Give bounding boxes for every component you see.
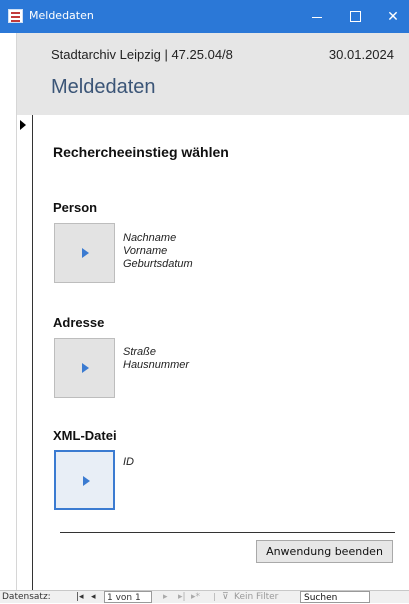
last-record-icon[interactable]: ▸| xyxy=(178,591,186,603)
play-icon xyxy=(82,248,89,258)
previous-record-icon[interactable]: ◂ xyxy=(91,591,96,603)
title-bar[interactable]: Meldedaten ✕ xyxy=(0,0,409,33)
window-title: Meldedaten xyxy=(29,9,94,22)
new-record-icon[interactable]: ▸* xyxy=(191,591,200,603)
form-detail: Rechercheeinstieg wählen Person Nachname… xyxy=(34,115,409,590)
no-filter-icon[interactable]: ⊽ xyxy=(222,591,229,603)
maximize-icon xyxy=(349,11,361,22)
section-person-label: Person xyxy=(53,200,98,215)
exit-application-button[interactable]: Anwendung beenden xyxy=(256,540,393,563)
field-label: ID xyxy=(123,456,134,468)
person-fields: Nachname Vorname Geburtsdatum xyxy=(123,232,193,271)
address-search-button[interactable] xyxy=(54,338,115,398)
minimize-button[interactable] xyxy=(299,0,335,33)
form-header: Stadtarchiv Leipzig | 47.25.04/8 30.01.2… xyxy=(17,33,409,115)
play-icon xyxy=(83,476,90,486)
filter-toggle[interactable]: Kein Filter xyxy=(234,591,278,603)
section-address-label: Adresse xyxy=(53,315,105,330)
form-title: Meldedaten xyxy=(51,76,156,98)
close-icon: ✕ xyxy=(387,8,399,25)
field-label: Nachname xyxy=(123,232,177,244)
record-label: Datensatz: xyxy=(2,592,51,602)
header-date: 30.01.2024 xyxy=(328,47,394,62)
search-input[interactable]: Suchen xyxy=(300,591,370,603)
page-title: Rechercheeinstieg wählen xyxy=(53,144,229,160)
record-number-input[interactable]: 1 von 1 xyxy=(104,591,152,603)
record-selector[interactable] xyxy=(17,115,33,590)
field-label: Straße xyxy=(123,346,157,358)
field-label: Vorname xyxy=(123,245,168,257)
first-record-icon[interactable]: |◂ xyxy=(76,591,84,603)
address-fields: Straße Hausnummer xyxy=(123,346,189,372)
xml-fields: ID xyxy=(123,456,134,469)
current-record-icon xyxy=(20,120,26,130)
field-label: Geburtsdatum xyxy=(123,258,193,270)
form-icon xyxy=(8,9,23,23)
record-navigation-bar: Datensatz: |◂ ◂ 1 von 1 ▸ ▸| ▸* ⊽ Kein F… xyxy=(0,590,409,603)
divider xyxy=(60,532,395,533)
person-search-button[interactable] xyxy=(54,223,115,283)
xml-search-button[interactable] xyxy=(54,450,115,510)
next-record-icon[interactable]: ▸ xyxy=(163,591,168,603)
maximize-button[interactable] xyxy=(337,0,373,33)
application-window: Meldedaten ✕ Stadtarchiv Leipzig | 47.25… xyxy=(0,0,409,603)
section-xml-label: XML-Datei xyxy=(53,428,117,443)
play-icon xyxy=(82,363,89,373)
minimize-icon xyxy=(312,17,322,18)
form-left-border xyxy=(0,33,17,590)
field-label: Hausnummer xyxy=(123,359,190,371)
toolbar-separator xyxy=(214,593,215,601)
archive-reference: Stadtarchiv Leipzig | 47.25.04/8 xyxy=(51,47,233,62)
close-button[interactable]: ✕ xyxy=(375,0,409,33)
